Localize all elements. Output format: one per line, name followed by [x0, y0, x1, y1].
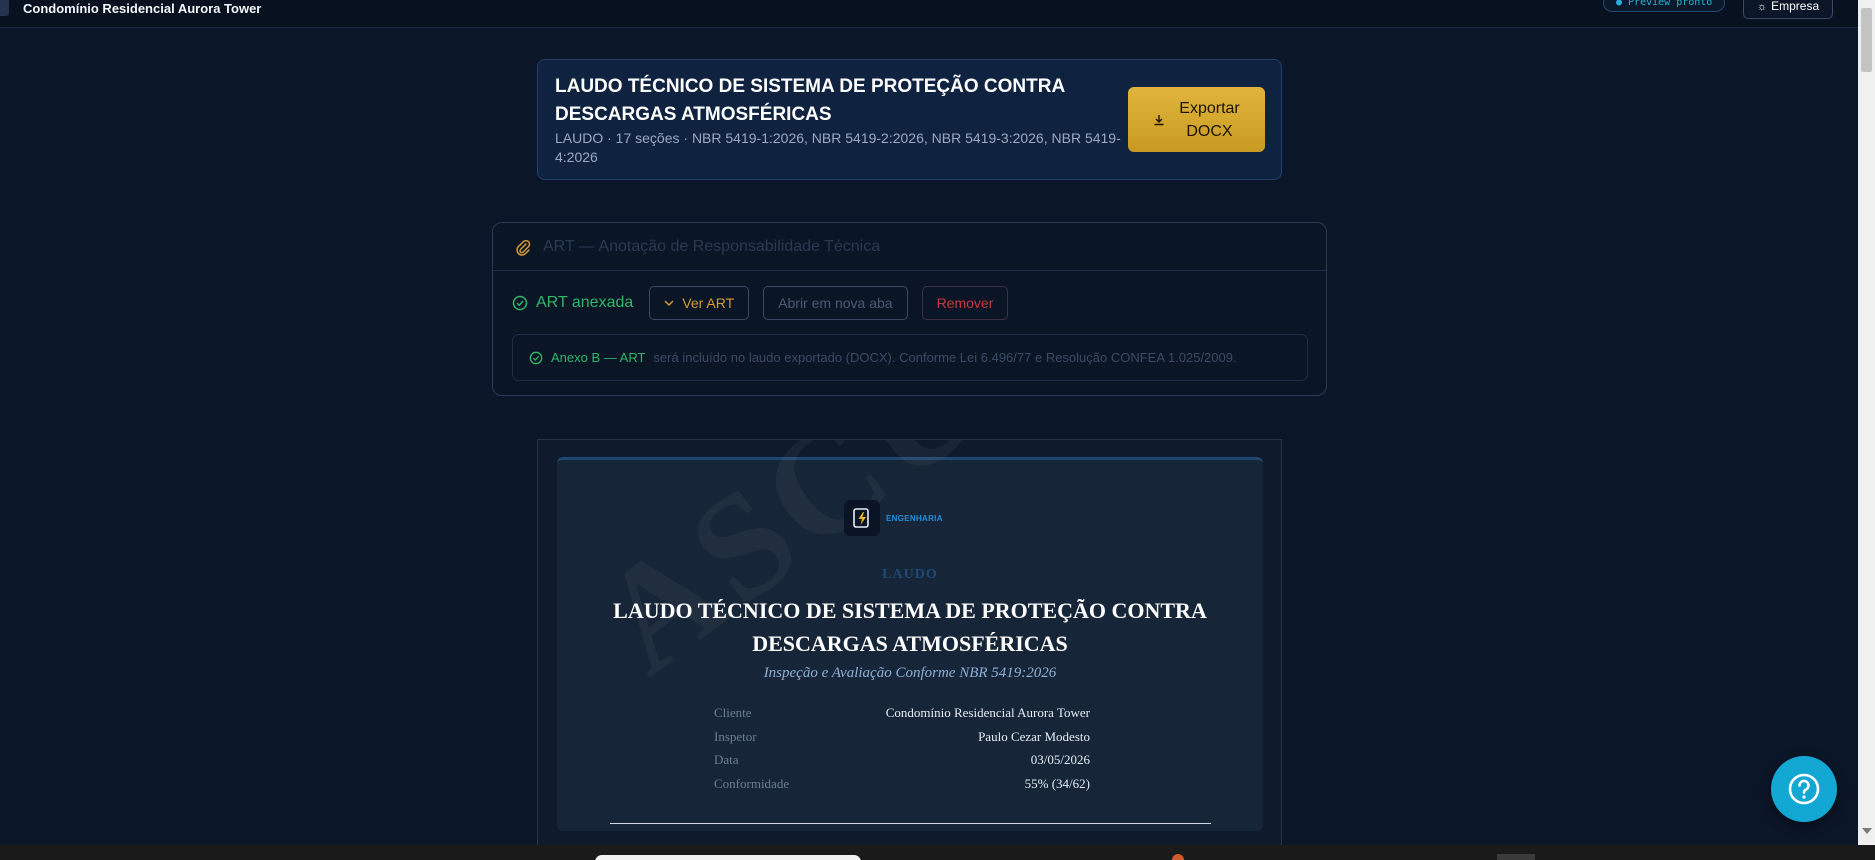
info-value: Condomínio Residencial Aurora Tower	[885, 705, 1090, 720]
annex-lead: Anexo B — ART	[551, 350, 646, 365]
help-button[interactable]	[1771, 756, 1837, 822]
check-circle-icon	[512, 295, 528, 311]
export-label-1: Exportar	[1179, 99, 1240, 117]
document-subtitle: Inspeção e Avaliação Conforme NBR 5419:2…	[763, 665, 1057, 681]
annex-text: será incluído no laudo exportado (DOCX).…	[653, 350, 1237, 365]
chevron-down-icon	[664, 299, 674, 306]
info-label: Data	[714, 752, 739, 767]
info-row-inspetor: Inspetor Paulo Cezar Modesto	[714, 729, 1090, 753]
export-label-2: DOCX	[1186, 122, 1233, 140]
annex-notice: Anexo B — ART será incluído no laudo exp…	[512, 334, 1308, 381]
view-art-label: Ver ART	[682, 295, 735, 311]
document-divider	[610, 823, 1211, 824]
gear-icon: ☼	[1757, 1, 1768, 13]
art-section-title: ART — Anotação de Responsabilidade Técni…	[543, 237, 881, 255]
document-cover-page: ASCUNHO ENGENHARIA LAUDO LAUDO TÉCNICO D…	[557, 440, 1281, 831]
info-label: Inspetor	[714, 728, 757, 744]
info-value: 03/05/2026	[1030, 752, 1090, 767]
art-status: ART anexada	[512, 294, 633, 312]
empresa-label: Empresa	[1771, 0, 1820, 13]
lightning-doc-icon	[844, 500, 880, 536]
project-title: Condomínio Residencial Aurora Tower	[23, 1, 262, 16]
check-circle-icon	[529, 351, 543, 364]
art-actions-row: ART anexada Ver ART Abrir em nova aba Re…	[512, 286, 1009, 320]
download-icon	[1154, 114, 1164, 125]
logo-brand: ENGENHARIA	[886, 514, 943, 523]
info-value: 55% (34/62)	[1024, 775, 1090, 791]
art-section-header: ART — Anotação de Responsabilidade Técni…	[493, 223, 1326, 271]
taskbar-app-icon[interactable]	[1172, 854, 1184, 860]
open-new-tab-label: Abrir em nova aba	[778, 295, 893, 311]
info-value: Paulo Cezar Modesto	[978, 728, 1090, 744]
question-icon	[1788, 773, 1820, 805]
remove-art-label: Remover	[936, 295, 994, 311]
art-section: ART — Anotação de Responsabilidade Técni…	[492, 222, 1327, 396]
info-label: Conformidade	[714, 775, 790, 791]
report-title: LAUDO TÉCNICO DE SISTEMA DE PROTEÇÃO CON…	[555, 76, 1065, 125]
open-new-tab-button[interactable]: Abrir em nova aba	[763, 286, 908, 320]
report-meta: LAUDO · 17 seções · NBR 5419-1:2026, NBR…	[555, 130, 1121, 165]
company-logo: ENGENHARIA	[844, 500, 943, 536]
remove-art-button[interactable]: Remover	[921, 286, 1009, 320]
export-docx-button[interactable]: Exportar DOCX	[1128, 87, 1265, 152]
taskbar-search[interactable]	[595, 855, 861, 860]
os-taskbar	[0, 845, 1875, 860]
info-row-cliente: Cliente Condomínio Residencial Aurora To…	[714, 705, 1090, 729]
art-status-label: ART anexada	[536, 294, 634, 311]
scrollbar-thumb[interactable]	[1861, 8, 1872, 72]
paperclip-icon	[516, 239, 531, 256]
info-row-conformidade: Conformidade 55% (34/62)	[714, 776, 1090, 800]
document-type: LAUDO	[882, 567, 938, 582]
page-scrollbar[interactable]	[1858, 0, 1875, 845]
info-label: Cliente	[714, 705, 752, 720]
sidebar-toggle[interactable]	[0, 0, 9, 16]
taskbar-app-icon[interactable]	[1497, 854, 1535, 860]
document-preview[interactable]: ASCUNHO ENGENHARIA LAUDO LAUDO TÉCNICO D…	[537, 439, 1282, 860]
preview-status-badge: ● Preview pronto	[1603, 0, 1726, 12]
info-row-data: Data 03/05/2026	[714, 752, 1090, 776]
view-art-button[interactable]: Ver ART	[649, 286, 750, 320]
empresa-button[interactable]: ☼ Empresa	[1743, 0, 1834, 19]
document-title: LAUDO TÉCNICO DE SISTEMA DE PROTEÇÃO CON…	[613, 598, 1207, 656]
scroll-down-arrow[interactable]	[1862, 828, 1872, 834]
document-info-table: Cliente Condomínio Residencial Aurora To…	[714, 705, 1090, 799]
report-header-card: LAUDO TÉCNICO DE SISTEMA DE PROTEÇÃO CON…	[537, 59, 1282, 180]
top-bar: Condomínio Residencial Aurora Tower ● Pr…	[0, 0, 1858, 28]
